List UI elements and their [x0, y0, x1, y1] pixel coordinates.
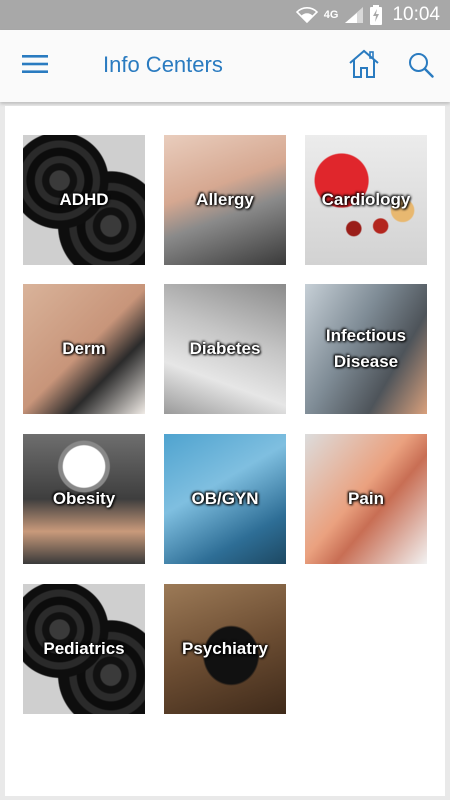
- search-button[interactable]: [404, 50, 438, 84]
- wifi-icon: [295, 6, 318, 24]
- clock: 10:04: [392, 4, 440, 25]
- tile-label: Allergy: [196, 190, 254, 209]
- info-centers-grid: ADHD Allergy Cardiology Derm Diabetes In…: [5, 106, 445, 796]
- tile-psychiatry[interactable]: Psychiatry: [164, 584, 286, 714]
- menu-icon: [22, 54, 48, 79]
- home-button[interactable]: [346, 48, 382, 84]
- tile-diabetes[interactable]: Diabetes: [164, 284, 286, 414]
- tile-pain[interactable]: Pain: [305, 434, 427, 564]
- battery-charging-icon: [370, 5, 383, 25]
- tile-adhd[interactable]: ADHD: [23, 135, 145, 265]
- status-bar: 4G 10:04: [0, 0, 450, 30]
- tile-label: Infectious Disease: [325, 326, 407, 371]
- tile-obesity[interactable]: Obesity: [23, 434, 145, 564]
- network-type: 4G: [323, 9, 339, 21]
- page-title: Info Centers: [103, 52, 223, 77]
- tile-label: Obesity: [52, 489, 116, 508]
- tile-label: Derm: [62, 339, 106, 358]
- tile-label: Pediatrics: [43, 639, 125, 658]
- tile-allergy[interactable]: Allergy: [164, 135, 286, 265]
- tile-derm[interactable]: Derm: [23, 284, 145, 414]
- tile-label: ADHD: [59, 190, 109, 209]
- tile-label: Diabetes: [189, 339, 261, 358]
- tile-ob-gyn[interactable]: OB/GYN: [164, 434, 286, 564]
- tile-label: OB/GYN: [191, 489, 259, 508]
- tile-label: Pain: [348, 489, 384, 508]
- app-bar: Info Centers: [0, 30, 450, 102]
- menu-button[interactable]: [20, 52, 50, 80]
- tile-label: Psychiatry: [182, 639, 268, 658]
- search-icon: [408, 52, 434, 83]
- signal-icon: [344, 6, 364, 24]
- tile-infectious-disease[interactable]: Infectious Disease: [305, 284, 427, 414]
- tile-label: Cardiology: [321, 190, 411, 209]
- tile-cardiology[interactable]: Cardiology: [305, 135, 427, 265]
- tile-pediatrics[interactable]: Pediatrics: [23, 584, 145, 714]
- home-icon: [348, 49, 380, 84]
